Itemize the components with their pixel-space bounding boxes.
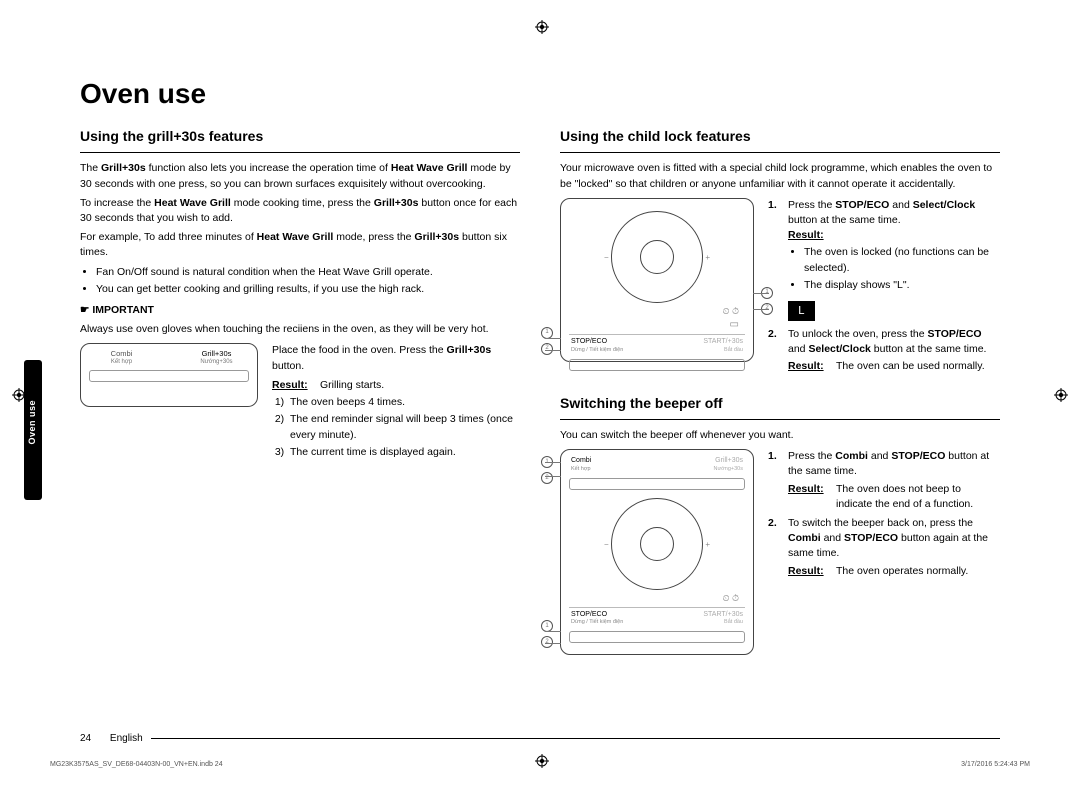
print-footer: MG23K3575AS_SV_DE68-04403N-00_VN+EN.indb… <box>50 761 1030 768</box>
button-bar-icon <box>89 370 249 382</box>
side-tab-label: Oven use <box>27 400 37 445</box>
list-item: The display shows "L". <box>804 278 1000 293</box>
chapter-title: Oven use <box>80 78 1000 110</box>
clock-lock-icons: ⏲ ⏱ <box>569 592 745 605</box>
paragraph: Your microwave oven is fitted with a spe… <box>560 161 1000 191</box>
paragraph: To increase the Heat Wave Grill mode coo… <box>80 196 520 226</box>
reg-mark-icon <box>1054 388 1068 402</box>
divider <box>560 419 1000 420</box>
result-label: Result: <box>788 229 824 241</box>
list-item: The current time is displayed again. <box>290 445 520 460</box>
result-label: Result: <box>788 565 824 577</box>
dial-icon: − + <box>611 498 703 590</box>
important-heading: ☛ IMPORTANT <box>80 303 520 318</box>
list-item: Fan On/Off sound is natural condition wh… <box>96 265 520 280</box>
paragraph: The Grill+30s function also lets you inc… <box>80 161 520 191</box>
button-bar-icon <box>569 359 745 371</box>
list-item: The end reminder signal will beep 3 time… <box>290 412 520 442</box>
clock-lock-icons: ⏲ ⏱ <box>569 305 745 318</box>
control-panel-diagram: − + ⏲ ⏱ ▭ STOP/ECODừng / Tiết kiệm điện … <box>560 198 754 362</box>
callout-2: 2 <box>541 636 553 648</box>
result-label: Result: <box>788 483 824 495</box>
list-item: The oven is locked (no functions can be … <box>804 245 1000 275</box>
paragraph: You can switch the beeper off whenever y… <box>560 428 1000 443</box>
divider <box>560 152 1000 153</box>
button-bar-icon <box>569 631 745 643</box>
bullet-list: Fan On/Off sound is natural condition wh… <box>80 265 520 297</box>
section-heading: Switching the beeper off <box>560 393 1000 413</box>
page-language: English <box>110 733 143 744</box>
numbered-steps: 1. Press the Combi and STOP/ECO button a… <box>768 449 1000 583</box>
dial-icon: − + <box>611 211 703 303</box>
control-panel-diagram: CombiKết hợp Grill+30sNướng+30s <box>80 343 258 407</box>
control-panel-diagram: CombiKết hợp Grill+30sNướng+30s − + ⏲ ⏱ … <box>560 449 754 655</box>
side-tab: Oven use <box>24 360 42 500</box>
paragraph: For example, To add three minutes of Hea… <box>80 230 520 260</box>
right-column: Using the child lock features Your micro… <box>560 118 1000 655</box>
pointer-icon: ☛ <box>80 304 89 316</box>
list-item: You can get better cooking and grilling … <box>96 282 520 297</box>
button-bar-icon <box>569 478 745 490</box>
left-column: Using the grill+30s features The Grill+3… <box>80 118 520 655</box>
list-item: The oven beeps 4 times. <box>290 395 520 410</box>
print-timestamp: 3/17/2016 5:24:43 PM <box>961 761 1030 768</box>
section-heading: Using the child lock features <box>560 126 1000 146</box>
page-number: 24 <box>80 733 91 744</box>
section-heading: Using the grill+30s features <box>80 126 520 146</box>
footer-line <box>151 738 1000 739</box>
paragraph: Always use oven gloves when touching the… <box>80 322 520 337</box>
numbered-steps: 1. Press the STOP/ECO and Select/Clock b… <box>768 198 1000 379</box>
page-footer: 24 English <box>80 733 1000 744</box>
reg-mark-icon <box>535 20 549 34</box>
manual-page: Oven use Oven use Using the grill+30s fe… <box>0 0 1080 788</box>
result-label: Result: <box>272 379 308 391</box>
print-file: MG23K3575AS_SV_DE68-04403N-00_VN+EN.indb… <box>50 761 223 768</box>
result-label: Result: <box>788 360 824 372</box>
select-icon: ▭ <box>569 318 745 333</box>
step-text: Place the food in the oven. Press the Gr… <box>272 343 520 466</box>
divider <box>80 152 520 153</box>
callout-2: 2 <box>541 343 553 355</box>
callout-2: 2 <box>541 472 553 484</box>
display-readout: L <box>788 301 815 321</box>
